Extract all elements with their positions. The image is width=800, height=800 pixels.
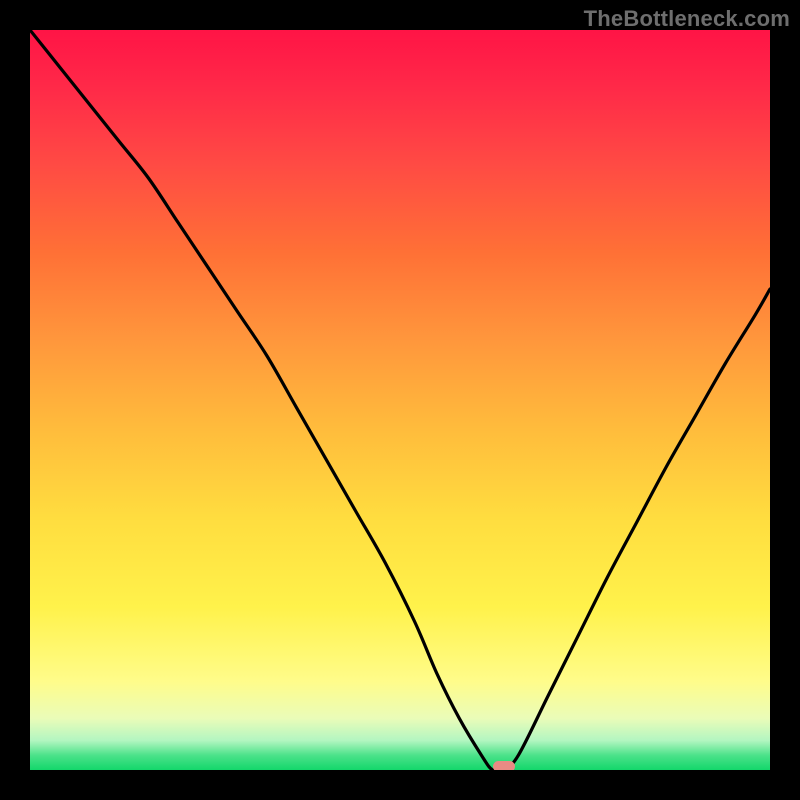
chart-container: TheBottleneck.com — [0, 0, 800, 800]
bottleneck-curve — [30, 30, 770, 770]
curve-svg — [30, 30, 770, 770]
watermark-text: TheBottleneck.com — [584, 6, 790, 32]
optimal-marker — [493, 761, 515, 770]
plot-area — [30, 30, 770, 770]
